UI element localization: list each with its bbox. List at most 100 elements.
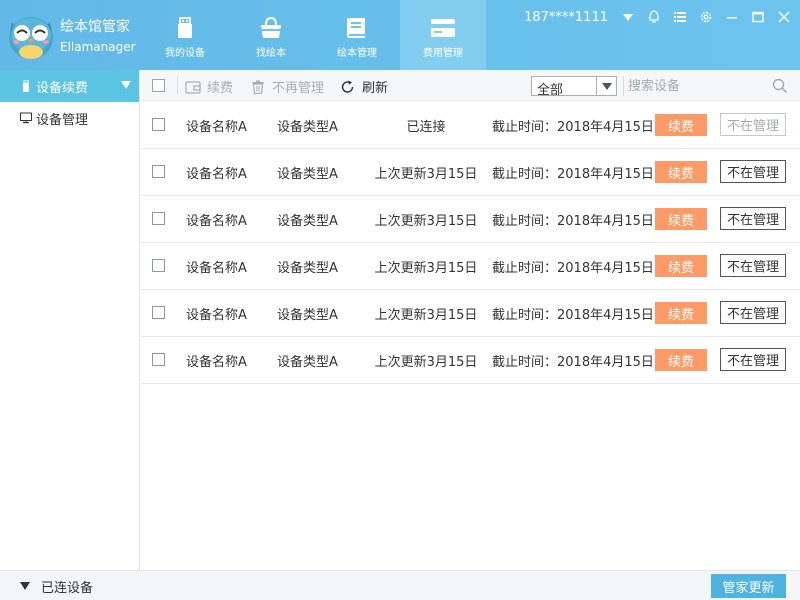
connected-devices-toggle[interactable]: 已连设备 [41,577,93,596]
row-checkbox[interactable] [152,165,165,178]
table-row: 设备名称A 设备类型A 上次更新3月15日 截止时间：2018年4月15日 续费… [141,149,800,196]
device-status: 已连接 [406,120,446,135]
wallet-icon [185,80,201,94]
user-account[interactable]: 187****1111 [524,10,608,25]
card-icon [431,19,455,37]
sidebar-item-label: 设备管理 [36,112,89,128]
renew-button[interactable]: 续费 [655,349,707,371]
nav-find-books[interactable]: 找绘本 [228,0,314,70]
monitor-icon [20,112,32,124]
close-icon[interactable] [774,8,794,26]
row-checkbox[interactable] [152,259,165,272]
renew-button[interactable]: 续费 [655,302,707,324]
unmanage-button[interactable]: 不在管理 [720,160,786,183]
device-type: 设备类型A [277,167,338,182]
select-arrow-icon[interactable] [596,77,616,95]
unmanage-button[interactable]: 不在管理 [720,113,786,136]
row-checkbox[interactable] [152,212,165,225]
nav-label: 我的设备 [165,48,205,59]
bell-icon[interactable] [644,8,664,26]
search-icon[interactable] [772,78,788,94]
unmanage-toolbar-button[interactable]: 不再管理 [250,77,324,96]
search-box [628,74,792,98]
refresh-button[interactable]: 刷新 [340,77,388,96]
toolbar-divider [623,76,624,96]
menu-list-icon[interactable] [670,8,690,26]
owl-logo-icon [4,6,58,62]
device-status: 上次更新3月15日 [374,355,478,370]
device-deadline: 截止时间：2018年4月15日 [492,355,654,370]
nav-my-devices[interactable]: 我的设备 [142,0,228,70]
main-nav: 我的设备 找绘本 绘本管理 费用管理 [142,0,486,70]
app-brand: 绘本馆管家 Ellamanager [60,18,136,56]
renew-toolbar-button[interactable]: 续费 [185,77,233,96]
sidebar-item-label: 设备续费 [36,80,89,96]
sidebar-item-device-renewal[interactable]: 设备续费 [0,70,139,102]
minimize-icon[interactable] [722,8,742,26]
usb-device-icon [178,17,192,38]
chevron-down-icon [121,81,131,89]
select-all-checkbox[interactable] [152,79,165,92]
device-name: 设备名称A [186,167,247,182]
renew-button[interactable]: 续费 [655,161,707,183]
device-list: 设备名称A 设备类型A 已连接 截止时间：2018年4月15日 续费 不在管理 … [141,102,800,384]
refresh-icon [341,80,354,93]
unmanage-toolbar-label: 不再管理 [272,81,325,96]
search-input[interactable] [628,74,768,98]
sidebar: 设备续费 设备管理 [0,70,140,570]
table-row: 设备名称A 设备类型A 上次更新3月15日 截止时间：2018年4月15日 续费… [141,290,800,337]
maximize-icon[interactable] [748,8,768,26]
account-dropdown-icon[interactable] [618,8,638,26]
device-type: 设备类型A [277,214,338,229]
gear-icon[interactable] [696,8,716,26]
renew-button[interactable]: 续费 [655,208,707,230]
device-type: 设备类型A [277,355,338,370]
refresh-label: 刷新 [362,81,389,96]
nav-fee-management[interactable]: 费用管理 [400,0,486,70]
device-status: 上次更新3月15日 [374,261,478,276]
sidebar-item-device-management[interactable]: 设备管理 [0,102,139,134]
device-name: 设备名称A [186,261,247,276]
usb-stick-icon [20,80,32,92]
table-row: 设备名称A 设备类型A 上次更新3月15日 截止时间：2018年4月15日 续费… [141,337,800,384]
row-checkbox[interactable] [152,118,165,131]
caret-down-icon[interactable] [20,582,30,590]
table-row: 设备名称A 设备类型A 上次更新3月15日 截止时间：2018年4月15日 续费… [141,243,800,290]
manager-update-button[interactable]: 管家更新 [711,574,786,598]
nav-label: 绘本管理 [337,48,377,59]
user-bar: 187****1111 [524,8,794,26]
shopping-bag-icon [261,16,281,38]
unmanage-button[interactable]: 不在管理 [720,301,786,324]
nav-label: 找绘本 [256,48,286,59]
nav-book-management[interactable]: 绘本管理 [314,0,400,70]
device-name: 设备名称A [186,214,247,229]
device-deadline: 截止时间：2018年4月15日 [492,167,654,182]
footer-bar: 已连设备 管家更新 [0,570,800,600]
unmanage-button[interactable]: 不在管理 [720,254,786,277]
unmanage-button[interactable]: 不在管理 [720,348,786,371]
renew-button[interactable]: 续费 [655,114,707,136]
app-name-en: Ellamanager [60,40,136,54]
app-name-cn: 绘本馆管家 [60,19,130,35]
renew-button[interactable]: 续费 [655,255,707,277]
device-deadline: 截止时间：2018年4月15日 [492,120,654,135]
filter-select[interactable]: 全部 [531,76,617,98]
nav-label: 费用管理 [423,48,463,59]
filter-select-value: 全部 [537,83,564,98]
row-checkbox[interactable] [152,306,165,319]
renew-toolbar-label: 续费 [207,81,234,96]
device-type: 设备类型A [277,308,338,323]
device-deadline: 截止时间：2018年4月15日 [492,261,654,276]
app-header: 绘本馆管家 Ellamanager 我的设备 找绘本 绘本管理 费用管理 187… [0,0,800,70]
row-checkbox[interactable] [152,353,165,366]
device-type: 设备类型A [277,120,338,135]
unmanage-button[interactable]: 不在管理 [720,207,786,230]
device-name: 设备名称A [186,355,247,370]
device-deadline: 截止时间：2018年4月15日 [492,214,654,229]
device-name: 设备名称A [186,308,247,323]
book-icon [347,18,365,38]
toolbar: 续费 不再管理 刷新 全部 [141,70,800,101]
table-row: 设备名称A 设备类型A 上次更新3月15日 截止时间：2018年4月15日 续费… [141,196,800,243]
device-status: 上次更新3月15日 [374,308,478,323]
toolbar-divider [177,76,178,94]
